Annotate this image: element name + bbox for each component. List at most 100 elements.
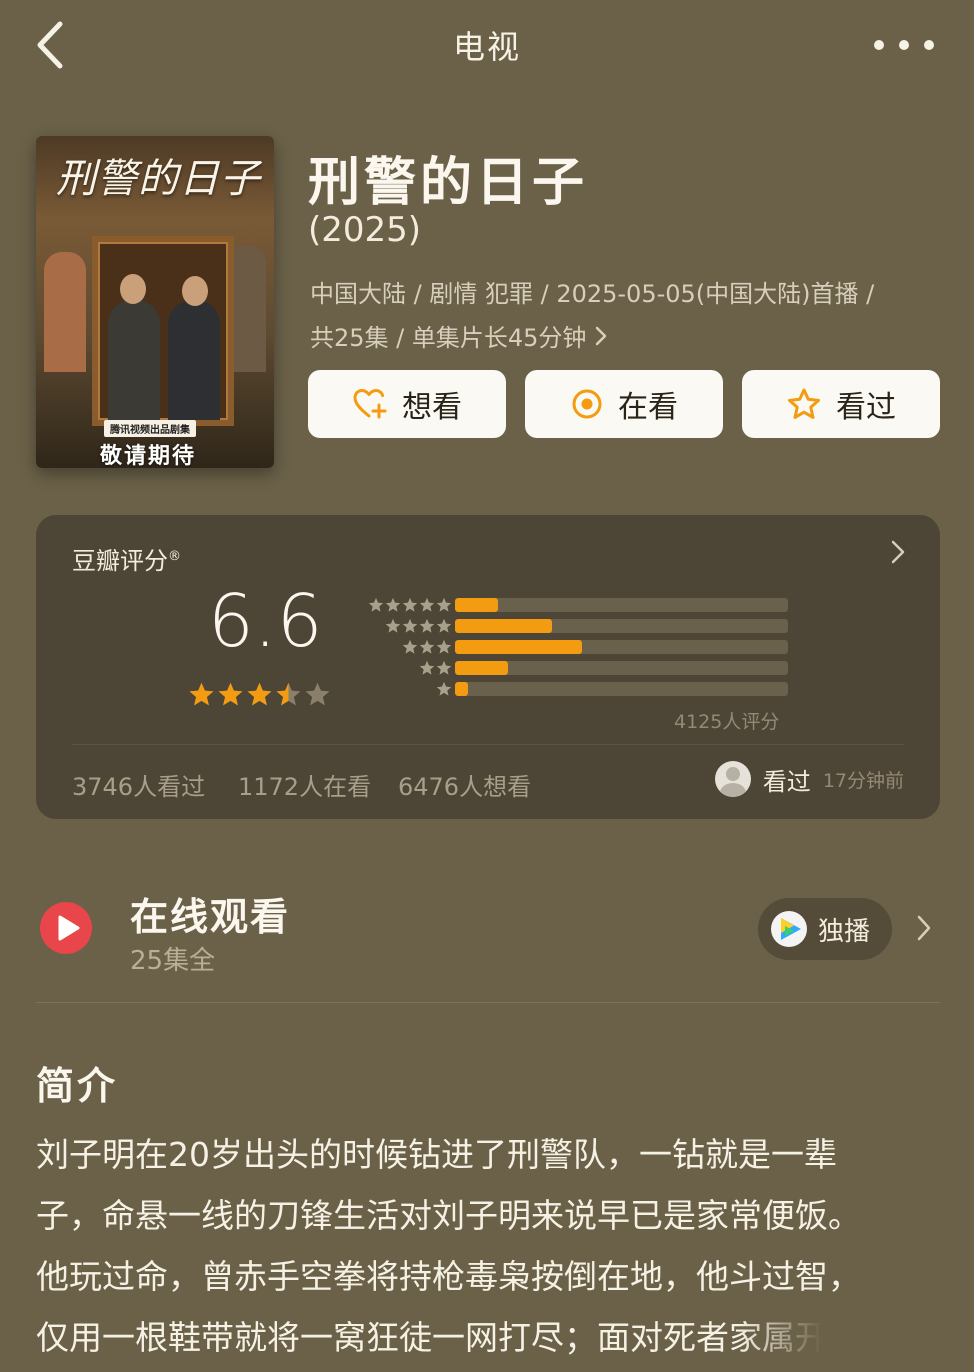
watched-label: 看过 bbox=[836, 390, 896, 425]
chevron-right-icon bbox=[917, 915, 931, 941]
histogram-bar bbox=[455, 640, 582, 654]
rating-stars bbox=[188, 681, 331, 708]
more-icon bbox=[874, 40, 884, 50]
histogram-track bbox=[455, 682, 788, 696]
avatar bbox=[714, 761, 751, 797]
histogram-row bbox=[358, 679, 798, 700]
intro-line: 刘子明在20岁出头的时候钻进了刑警队，一钻就是一辈 bbox=[36, 1135, 837, 1174]
watching-label: 在看 bbox=[618, 390, 678, 425]
histogram-stars bbox=[368, 597, 452, 613]
poster-figure bbox=[108, 300, 160, 420]
show-poster[interactable]: 刑警的日子 腾讯视频出品剧集 敬请期待 bbox=[36, 136, 274, 468]
histogram-track bbox=[455, 661, 788, 675]
rating-label-text: 豆瓣评分 bbox=[72, 547, 168, 575]
intro-line: 他玩过命，曾赤手空拳将持枪毒枭按倒在地，他斗过智， bbox=[36, 1257, 861, 1296]
play-icon bbox=[38, 900, 94, 960]
histogram-stars bbox=[402, 639, 452, 655]
histogram-bar bbox=[455, 619, 552, 633]
divider bbox=[36, 1002, 940, 1003]
rating-histogram bbox=[358, 595, 798, 700]
show-meta-text: 共25集 / 单集片长45分钟 bbox=[310, 324, 587, 352]
want-to-watch-button[interactable]: 想看 bbox=[308, 370, 506, 438]
small-star-icon bbox=[436, 640, 452, 654]
histogram-row bbox=[358, 595, 798, 616]
poster-title: 刑警的日子 bbox=[56, 156, 261, 202]
online-watch-chevron[interactable] bbox=[916, 914, 932, 946]
small-star-icon bbox=[436, 682, 452, 696]
histogram-track bbox=[455, 619, 788, 633]
action-buttons: 想看 在看 看过 bbox=[308, 370, 940, 438]
histogram-row bbox=[358, 658, 798, 679]
intro-fade bbox=[740, 1310, 974, 1372]
nav-title: 电视 bbox=[452, 28, 521, 66]
intro-heading: 简介 bbox=[36, 1064, 119, 1108]
my-status-text: 看过 bbox=[762, 767, 811, 796]
small-star-icon bbox=[419, 598, 435, 612]
small-star-icon bbox=[436, 619, 452, 633]
platform-button[interactable]: 独播 bbox=[758, 898, 892, 960]
more-button[interactable] bbox=[874, 28, 934, 62]
small-star-icon bbox=[402, 640, 418, 654]
chevron-right-icon bbox=[891, 540, 905, 564]
histogram-bar bbox=[455, 661, 509, 675]
histogram-stars bbox=[436, 681, 452, 697]
rating-score: 6.6 bbox=[208, 579, 323, 663]
online-watch-subtitle: 25集全 bbox=[130, 946, 216, 976]
online-watch-title: 在线观看 bbox=[130, 895, 291, 939]
show-meta-line-2[interactable]: 共25集 / 单集片长45分钟 bbox=[310, 318, 608, 353]
small-star-icon bbox=[402, 619, 418, 633]
poster-tagline: 敬请期待 bbox=[100, 444, 197, 468]
tencent-video-icon bbox=[771, 911, 807, 947]
poster-figure bbox=[44, 252, 86, 372]
my-status[interactable]: 看过 17分钟前 bbox=[714, 761, 904, 797]
rating-card[interactable]: 豆瓣评分® 6.6 4125人评分 3746人看过 1172人在看 6476人想… bbox=[36, 515, 940, 819]
star-outline-icon bbox=[788, 388, 820, 419]
small-star-icon bbox=[419, 619, 435, 633]
rating-label: 豆瓣评分® bbox=[72, 541, 181, 576]
online-watch-section[interactable]: 在线观看 25集全 独播 bbox=[36, 868, 940, 978]
watching-count[interactable]: 1172人在看 bbox=[238, 767, 371, 802]
histogram-bar bbox=[455, 682, 469, 696]
score-star-icon bbox=[218, 682, 243, 706]
score-star-icon bbox=[189, 682, 214, 706]
small-star-icon bbox=[419, 640, 435, 654]
rating-count: 4125人评分 bbox=[674, 711, 780, 733]
target-icon bbox=[572, 389, 602, 419]
score-star-icon bbox=[276, 682, 301, 706]
histogram-stars bbox=[419, 660, 452, 676]
more-icon-dot bbox=[924, 40, 934, 50]
registered-mark: ® bbox=[168, 549, 181, 564]
poster-face bbox=[120, 274, 146, 304]
poster-figure bbox=[168, 300, 220, 420]
heart-plus-icon bbox=[353, 389, 387, 419]
poster-badge: 腾讯视频出品剧集 bbox=[104, 420, 196, 437]
rating-detail-link[interactable] bbox=[890, 539, 906, 569]
more-icon-dot bbox=[899, 40, 909, 50]
small-star-icon bbox=[385, 598, 401, 612]
top-nav-bar: 电视 bbox=[0, 0, 974, 92]
histogram-row bbox=[358, 637, 798, 658]
platform-label: 独播 bbox=[818, 916, 871, 947]
histogram-track bbox=[455, 640, 788, 654]
my-status-time: 17分钟前 bbox=[822, 769, 904, 792]
intro-line: 子，命悬一线的刀锋生活对刘子明来说早已是家常便饭。 bbox=[36, 1196, 861, 1235]
chevron-right-icon bbox=[596, 326, 607, 345]
watched-count[interactable]: 3746人看过 bbox=[72, 767, 205, 802]
small-star-icon bbox=[436, 598, 452, 612]
poster-photo-frame bbox=[92, 236, 234, 426]
watched-button[interactable]: 看过 bbox=[742, 370, 940, 438]
small-star-icon bbox=[368, 598, 384, 612]
score-star-icon bbox=[305, 682, 330, 706]
histogram-row bbox=[358, 616, 798, 637]
small-star-icon bbox=[419, 661, 435, 675]
poster-face bbox=[182, 276, 208, 306]
show-meta-line-1: 中国大陆 / 剧情 犯罪 / 2025-05-05(中国大陆)首播 / bbox=[310, 280, 875, 308]
small-star-icon bbox=[436, 661, 452, 675]
want-count[interactable]: 6476人想看 bbox=[398, 767, 531, 802]
show-title: 刑警的日子 bbox=[308, 153, 589, 213]
histogram-track bbox=[455, 598, 788, 612]
small-star-icon bbox=[385, 619, 401, 633]
divider bbox=[72, 744, 904, 745]
watching-button[interactable]: 在看 bbox=[525, 370, 723, 438]
histogram-bar bbox=[455, 598, 499, 612]
